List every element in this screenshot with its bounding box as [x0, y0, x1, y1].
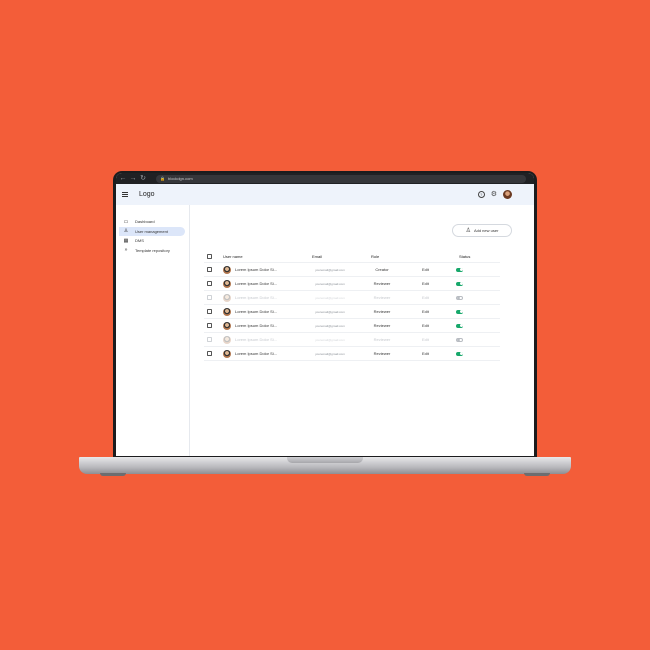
- user-name: Lorem Ipsum Dolor Si...: [235, 351, 278, 356]
- avatar: [223, 265, 231, 274]
- user-email: youremail@gmail.com: [315, 309, 345, 314]
- laptop-screen: ← → ↻ 🔒 blockdgn.com Logo ? ⚙ ▭ Dashboar…: [116, 173, 534, 456]
- sidebar-item-label: DMS: [135, 238, 144, 244]
- url-text: blockdgn.com: [167, 176, 193, 181]
- arrow-right-icon[interactable]: →: [128, 173, 138, 184]
- user-role: Reviewer: [373, 295, 391, 300]
- laptop-foot: [100, 473, 126, 476]
- user-icon: ♙: [123, 228, 129, 235]
- sidebar-item-dashboard[interactable]: ▭ Dashboard: [119, 217, 185, 227]
- address-bar[interactable]: 🔒 blockdgn.com: [156, 174, 526, 183]
- avatar: [223, 321, 231, 330]
- user-role: Reviewer: [373, 337, 391, 342]
- status-toggle[interactable]: [456, 295, 463, 300]
- edit-link[interactable]: Edit: [422, 305, 429, 318]
- sidebar-item-user-management[interactable]: ♙ User management: [119, 226, 185, 236]
- monitor-icon: ▭: [123, 218, 129, 225]
- laptop-notch: [287, 457, 363, 463]
- user-role: Reviewer: [373, 309, 391, 314]
- user-email: youremail@gmail.com: [315, 267, 345, 272]
- user-email: youremail@gmail.com: [315, 351, 345, 356]
- user-name: Lorem Ipsum Dolor Si...: [235, 281, 278, 286]
- add-user-button-label: Add new user: [473, 228, 499, 233]
- edit-link[interactable]: Edit: [422, 319, 429, 332]
- row-checkbox[interactable]: [207, 267, 212, 272]
- sidebar-item-label: Template repository: [135, 247, 170, 253]
- avatar: [223, 307, 231, 316]
- user-name: Lorem Ipsum Dolor Si...: [235, 323, 278, 328]
- table-row: Lorem Ipsum Dolor Si... youremail@gmail.c…: [204, 319, 500, 333]
- user-name: Lorem Ipsum Dolor Si...: [235, 337, 278, 342]
- lock-icon: 🔒: [160, 176, 165, 181]
- user-email: youremail@gmail.com: [315, 337, 345, 342]
- user-role: Reviewer: [373, 323, 391, 328]
- avatar: [223, 293, 231, 302]
- main-content: ♙ Add new user User name Email Role Stat…: [190, 205, 534, 456]
- calendar-icon: ▦: [123, 237, 129, 244]
- edit-link[interactable]: Edit: [422, 263, 429, 276]
- arrow-left-icon[interactable]: ←: [118, 173, 128, 184]
- laptop-foot: [524, 473, 550, 476]
- status-toggle[interactable]: [456, 281, 463, 286]
- table-row: Lorem Ipsum Dolor Si... youremail@gmail.c…: [204, 347, 500, 361]
- user-name: Lorem Ipsum Dolor Si...: [235, 309, 278, 314]
- row-checkbox[interactable]: [207, 281, 212, 286]
- row-checkbox[interactable]: [207, 309, 212, 314]
- sidebar-item-template-repository[interactable]: » Template repository: [119, 246, 185, 256]
- edit-link[interactable]: Edit: [422, 347, 429, 360]
- column-header-email: Email: [312, 254, 323, 259]
- row-checkbox[interactable]: [207, 337, 212, 342]
- user-role: Reviewer: [373, 351, 391, 356]
- gear-icon[interactable]: ⚙: [491, 191, 497, 198]
- double-chevron-icon: »: [124, 247, 128, 254]
- row-checkbox[interactable]: [207, 323, 212, 328]
- sidebar-item-label: Dashboard: [135, 219, 155, 225]
- avatar: [223, 335, 231, 344]
- column-header-status: Status: [459, 254, 471, 259]
- avatar[interactable]: [503, 190, 512, 199]
- edit-link[interactable]: Edit: [422, 277, 429, 290]
- table-row: Lorem Ipsum Dolor Si... youremail@gmail.c…: [204, 291, 500, 305]
- sidebar-item-label: User management: [135, 228, 168, 234]
- user-role: Reviewer: [373, 281, 391, 286]
- users-table: User name Email Role Status Lorem Ipsum …: [204, 251, 500, 361]
- user-name: Lorem Ipsum Dolor Si...: [235, 267, 278, 272]
- status-toggle[interactable]: [456, 337, 463, 342]
- status-toggle[interactable]: [456, 351, 463, 356]
- edit-link[interactable]: Edit: [422, 333, 429, 346]
- table-row: Lorem Ipsum Dolor Si... youremail@gmail.c…: [204, 305, 500, 319]
- avatar: [223, 349, 231, 358]
- row-checkbox[interactable]: [207, 351, 212, 356]
- help-icon[interactable]: ?: [477, 191, 485, 198]
- user-email: youremail@gmail.com: [315, 323, 345, 328]
- select-all-checkbox[interactable]: [207, 254, 212, 259]
- user-role: Creator: [375, 267, 389, 272]
- app-header: Logo ? ⚙: [116, 184, 534, 205]
- sidebar-item-dms[interactable]: ▦ DMS: [119, 236, 185, 246]
- user-email: youremail@gmail.com: [315, 295, 345, 300]
- header-actions: ? ⚙: [477, 190, 512, 199]
- status-toggle[interactable]: [456, 267, 463, 272]
- edit-link[interactable]: Edit: [422, 291, 429, 304]
- avatar: [223, 279, 231, 288]
- user-email: youremail@gmail.com: [315, 281, 345, 286]
- table-row: Lorem Ipsum Dolor Si... youremail@gmail.c…: [204, 263, 500, 277]
- menu-icon[interactable]: [122, 192, 128, 197]
- row-checkbox[interactable]: [207, 295, 212, 300]
- add-user-button[interactable]: ♙ Add new user: [452, 224, 512, 237]
- sidebar: ▭ Dashboard ♙ User management ▦ DMS » Te…: [116, 205, 190, 456]
- table-header: User name Email Role Status: [204, 251, 500, 263]
- user-name: Lorem Ipsum Dolor Si...: [235, 295, 278, 300]
- logo: Logo: [139, 191, 155, 198]
- table-row: Lorem Ipsum Dolor Si... youremail@gmail.c…: [204, 277, 500, 291]
- column-header-name: User name: [223, 254, 243, 259]
- column-header-role: Role: [371, 254, 380, 259]
- table-row: Lorem Ipsum Dolor Si... youremail@gmail.c…: [204, 333, 500, 347]
- add-user-icon: ♙: [465, 228, 471, 234]
- status-toggle[interactable]: [456, 323, 463, 328]
- status-toggle[interactable]: [456, 309, 463, 314]
- reload-icon[interactable]: ↻: [138, 173, 148, 184]
- browser-toolbar: ← → ↻ 🔒 blockdgn.com: [116, 173, 534, 184]
